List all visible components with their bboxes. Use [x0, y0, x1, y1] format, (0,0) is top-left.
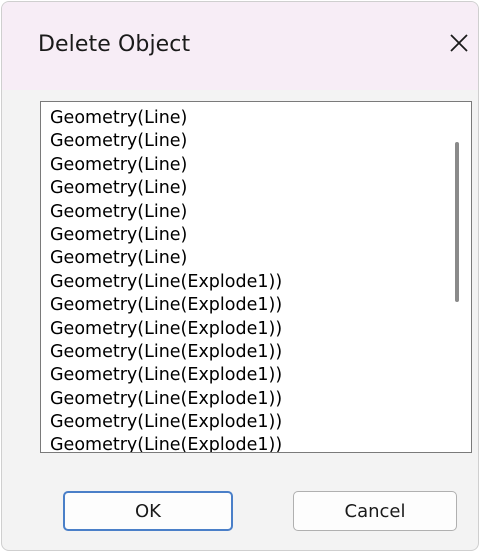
list-item[interactable]: Geometry(Line(Explode1))	[50, 434, 282, 452]
list-item[interactable]: Geometry(Line(Explode1))	[50, 388, 282, 411]
cancel-button[interactable]: Cancel	[293, 491, 457, 531]
list-item[interactable]: Geometry(Line(Explode1))	[50, 411, 282, 434]
list-item[interactable]: Geometry(Line)	[50, 201, 282, 224]
list-item[interactable]: Geometry(Line)	[50, 247, 282, 270]
list-item[interactable]: Geometry(Line(Explode1))	[50, 271, 282, 294]
ok-button[interactable]: OK	[63, 491, 233, 531]
close-icon	[450, 34, 468, 52]
close-button[interactable]	[442, 26, 476, 60]
list-item[interactable]: Geometry(Line)	[50, 177, 282, 200]
scrollbar-thumb[interactable]	[455, 142, 459, 302]
list-item[interactable]: Geometry(Line)	[50, 107, 282, 130]
object-listbox[interactable]: Geometry(Line) Geometry(Line) Geometry(Lin…	[40, 101, 472, 453]
list-item[interactable]: Geometry(Line)	[50, 130, 282, 153]
title-bar: Delete Object	[2, 2, 478, 90]
list-item[interactable]: Geometry(Line)	[50, 154, 282, 177]
delete-object-dialog: Delete Object Geometry(Line) Geometry(Lin…	[1, 1, 479, 551]
list-item[interactable]: Geometry(Line(Explode1))	[50, 294, 282, 317]
object-list: Geometry(Line) Geometry(Line) Geometry(Lin…	[50, 107, 282, 452]
list-item[interactable]: Geometry(Line(Explode1))	[50, 318, 282, 341]
list-item[interactable]: Geometry(Line(Explode1))	[50, 341, 282, 364]
list-item[interactable]: Geometry(Line(Explode1))	[50, 364, 282, 387]
dialog-title: Delete Object	[38, 32, 191, 57]
list-item[interactable]: Geometry(Line)	[50, 224, 282, 247]
